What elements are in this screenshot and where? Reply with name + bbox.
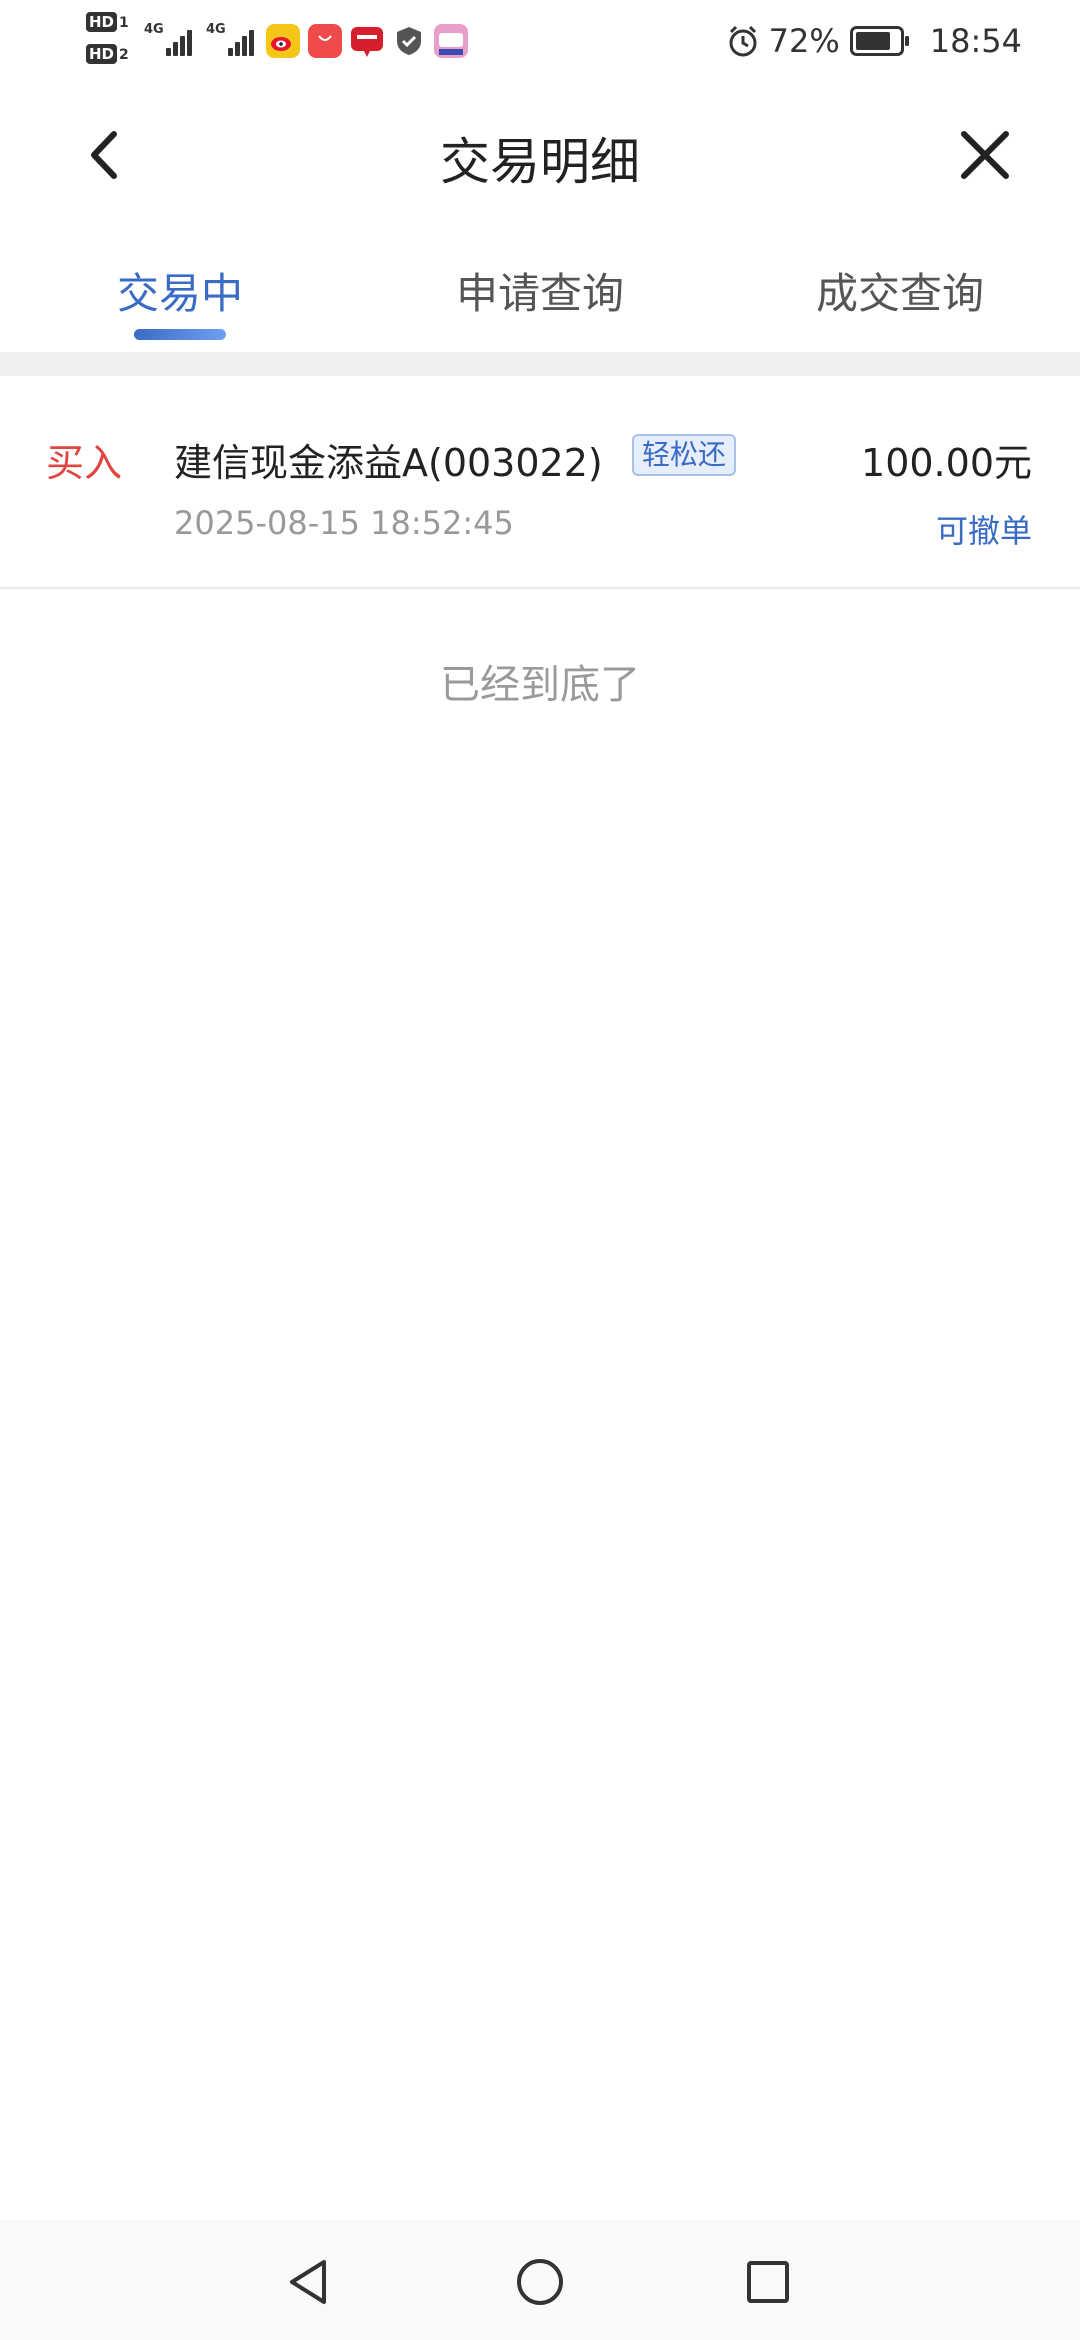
tab-trading[interactable]: 交易中: [0, 260, 360, 321]
tab-deal-query[interactable]: 成交查询: [720, 260, 1080, 321]
fund-tag-badge: 轻松还: [632, 434, 737, 476]
bilibili-icon: [434, 24, 468, 58]
order-list-item[interactable]: 买入 建信现金添益A(003022) 轻松还 2025-08-15 18:52:…: [0, 376, 1080, 589]
cancel-order-button[interactable]: 可撤单: [936, 506, 1032, 552]
signal-strength-1-icon: 4G: [144, 22, 196, 56]
status-right-cluster: 72% 18:54: [725, 16, 1022, 66]
fund-name: 建信现金添益A(003022): [174, 441, 603, 485]
system-nav-bar: [0, 2220, 1080, 2340]
order-amount: 100.00元: [861, 441, 1032, 485]
tab-application-query[interactable]: 申请查询: [360, 260, 720, 321]
sim2-indicator: HD 2: [86, 44, 134, 66]
header-bar: 交易明细: [0, 100, 1080, 220]
sim1-indicator: HD 1: [86, 12, 134, 34]
order-timestamp: 2025-08-15 18:52:45: [174, 504, 514, 542]
section-divider: [0, 352, 1080, 376]
alarm-clock-icon: [729, 25, 757, 57]
nav-home-button[interactable]: [510, 2252, 570, 2312]
order-type-label: 买入: [46, 441, 123, 485]
huawei-appgallery-icon: [308, 24, 342, 58]
battery-icon: [849, 26, 909, 56]
tab-bar: 交易中 申请查询 成交查询: [0, 240, 1080, 350]
circle-home-icon: [517, 2259, 563, 2305]
square-recents-icon: [747, 2261, 789, 2303]
nav-recents-button[interactable]: [738, 2252, 798, 2312]
triangle-back-icon: [290, 2260, 326, 2304]
signal-strength-2-icon: 4G: [206, 22, 258, 56]
status-bar: HD 1 HD 2 4G 4G 72% 18:54: [0, 0, 1080, 80]
app-red-icon: [351, 27, 383, 57]
weibo-icon: [266, 24, 300, 58]
nav-back-button[interactable]: [278, 2252, 338, 2312]
list-end-text: 已经到底了: [440, 662, 640, 708]
active-tab-indicator: [134, 329, 226, 340]
battery-percent: 72%: [768, 22, 840, 60]
close-icon: [961, 131, 1009, 179]
close-button[interactable]: [950, 120, 1020, 190]
shield-icon: [397, 27, 421, 55]
status-time: 18:54: [929, 22, 1022, 60]
screen: HD 1 HD 2 4G 4G 72% 18:54 交易明细 交易中 申请查询 …: [0, 0, 1080, 2340]
page-title: 交易明细: [440, 133, 640, 191]
